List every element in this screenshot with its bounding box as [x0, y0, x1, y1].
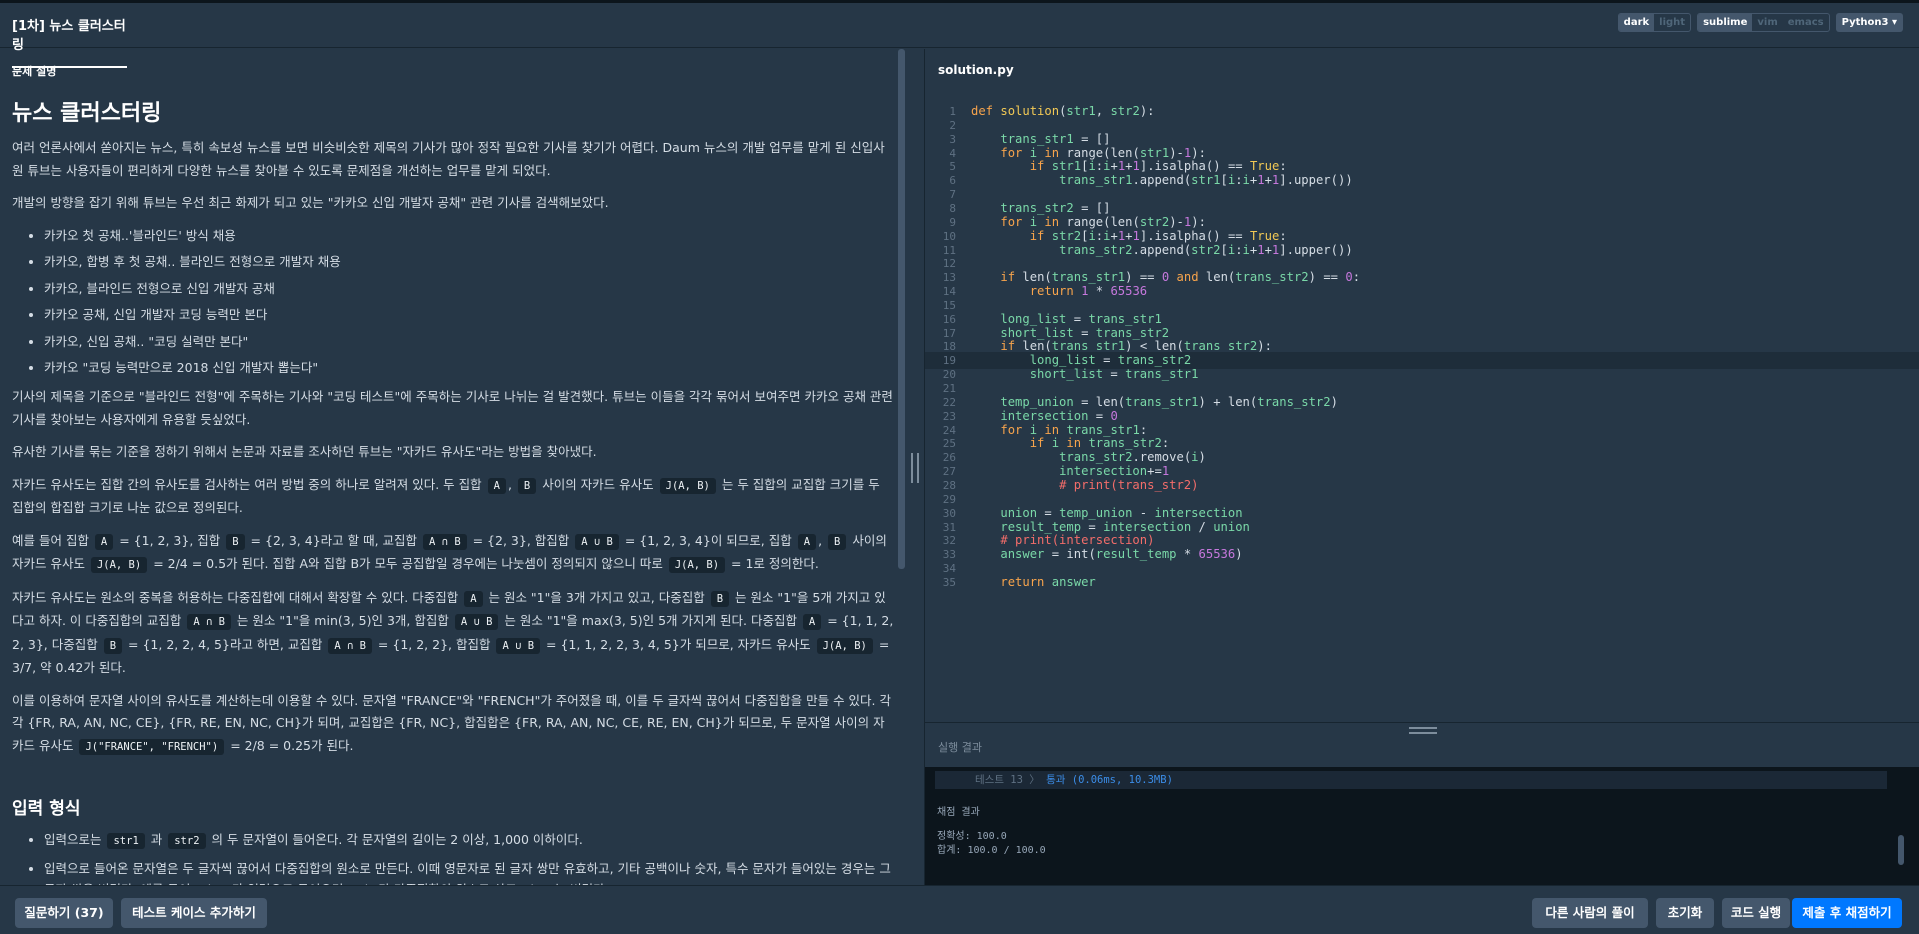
add-testcase-button[interactable]: 테스트 케이스 추가하기 [121, 898, 267, 928]
question-button[interactable]: 질문하기 (37) [15, 898, 113, 928]
paragraph-grouping: 기사의 제목을 기준으로 "블라인드 전형"에 주목하는 기사와 "코딩 테스트… [12, 389, 893, 427]
submit-button[interactable]: 제출 후 채점하기 [1792, 898, 1902, 928]
paragraph-jaccard-found: 유사한 기사를 묶는 기준을 정하기 위해서 논문과 자료를 조사하던 튜브는 … [12, 444, 597, 459]
paragraph-jaccard-definition: 자카드 유사도는 집합 간의 유사도를 검사하는 여러 방법 중의 하나로 알려… [12, 476, 880, 516]
list-item: 카카오, 블라인드 전형으로 신입 개발자 공채 [44, 278, 895, 299]
editor-settings: dark light sublime vim emacs Python3 ▾ [1617, 13, 1903, 32]
headline-list: 카카오 첫 공채..'블라인드' 방식 채용 카카오, 합병 후 첫 공채.. … [44, 225, 895, 379]
language-select[interactable]: Python3 ▾ [1835, 13, 1903, 32]
test-label: 테스트 13 〉 [975, 774, 1040, 786]
paragraph-intro: 여러 언론사에서 쏟아지는 뉴스, 특히 속보성 뉴스를 보면 비슷비슷한 제목… [12, 140, 885, 178]
code-line[interactable]: 35 return answer [925, 574, 1919, 591]
file-tab[interactable]: solution.py [938, 63, 1014, 77]
list-item: 카카오, 신입 공채.. "코딩 실력만 본다" [44, 331, 895, 352]
theme-dark-option[interactable]: dark [1618, 14, 1655, 31]
input-format-list: 입력으로는 str1 과 str2 의 두 문자열이 들어온다. 각 문자열의 … [44, 829, 895, 885]
panel-resize-handle[interactable] [911, 453, 919, 483]
keymap-toggle: sublime vim emacs [1697, 13, 1830, 32]
list-item: 카카오 첫 공채..'블라인드' 방식 채용 [44, 225, 895, 246]
accuracy-score: 정확성: 100.0 [937, 831, 1007, 842]
editor-panel: solution.py 1 def solution(str1, str2): 2 3… [925, 49, 1919, 885]
keymap-emacs-option[interactable]: emacs [1783, 14, 1829, 31]
result-scrollbar[interactable] [1898, 835, 1904, 865]
footer-bar: 질문하기 (37) 테스트 케이스 추가하기 다른 사람의 풀이 초기화 코드 … [0, 885, 1919, 934]
paragraph-string-example: 이를 이용하여 문자열 사이의 유사도를 계산하는데 이용할 수 있다. 문자열… [12, 692, 891, 755]
test-result-row: 테스트 13 〉 통과 (0.06ms, 10.3MB) [935, 771, 1887, 789]
problem-title: 뉴스 클러스터링 [12, 101, 162, 126]
others-solutions-button[interactable]: 다른 사람의 풀이 [1532, 898, 1648, 928]
paragraph-search: 개발의 방향을 잡기 위해 튜브는 우선 최근 화제가 되고 있는 "카카오 신… [12, 195, 609, 210]
reset-button[interactable]: 초기화 [1656, 898, 1714, 928]
list-item: 카카오 공채, 신입 개발자 코딩 능력만 본다 [44, 304, 895, 325]
section-label: 문제 설명 [12, 65, 57, 78]
header-bar: [1차] 뉴스 클러스터링 dark light sublime vim ema… [0, 3, 1919, 68]
test-status: 통과 (0.06ms, 10.3MB) [1046, 774, 1173, 786]
run-code-button[interactable]: 코드 실행 [1722, 898, 1790, 928]
list-item: 카카오, 합병 후 첫 공채.. 블라인드 전형으로 개발자 채용 [44, 251, 895, 272]
keymap-vim-option[interactable]: vim [1752, 14, 1782, 31]
line-number: 35 [942, 575, 956, 589]
theme-toggle: dark light [1617, 13, 1692, 32]
final-result-title: 채점 결과 [937, 807, 980, 818]
problem-scrollbar[interactable] [898, 49, 905, 569]
list-item: 입력으로는 str1 과 str2 의 두 문자열이 들어온다. 각 문자열의 … [44, 829, 895, 852]
list-item: 입력으로 들어온 문자열은 두 글자씩 끊어서 다중집합의 원소로 만든다. 이… [44, 858, 895, 886]
code-editor[interactable]: 1 def solution(str1, str2): 2 3 trans_str1 … [925, 103, 1919, 763]
problem-panel: 문제 설명 뉴스 클러스터링 여러 언론사에서 쏟아지는 뉴스, 특히 속보성 … [0, 49, 907, 885]
result-resize-handle[interactable] [1409, 727, 1437, 734]
paragraph-multiset-example: 자카드 유사도는 원소의 중복을 허용하는 다중집합에 대해서 확장할 수 있다… [12, 589, 894, 676]
input-format-title: 입력 형식 [12, 799, 81, 819]
list-item: 카카오 "코딩 능력만으로 2018 신입 개발자 뽑는다" [44, 357, 895, 378]
code-text[interactable]: return answer [971, 574, 1095, 591]
keymap-sublime-option[interactable]: sublime [1698, 14, 1753, 31]
result-title: 실행 결과 [938, 741, 982, 754]
result-console: 테스트 13 〉 통과 (0.06ms, 10.3MB) 채점 결과 정확성: … [925, 767, 1919, 885]
theme-light-option[interactable]: light [1654, 14, 1690, 31]
result-divider [925, 722, 1919, 723]
total-score: 합계: 100.0 / 100.0 [937, 845, 1046, 856]
paragraph-set-example: 예를 들어 집합 A = {1, 2, 3}, 집합 B = {2, 3, 4}… [12, 532, 887, 573]
